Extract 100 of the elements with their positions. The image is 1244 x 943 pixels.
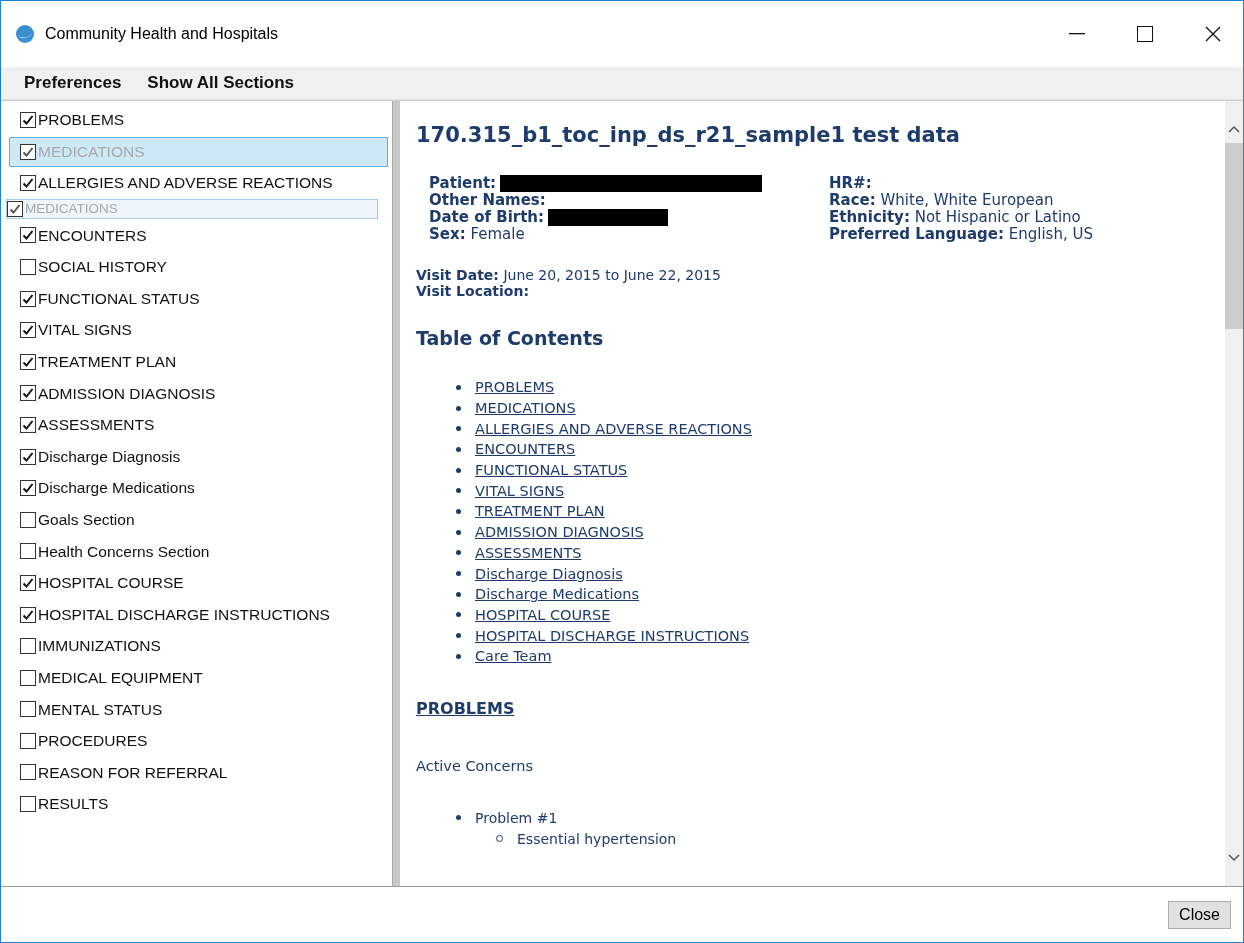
toc-link[interactable]: ASSESSMENTS: [475, 544, 582, 561]
toc-link[interactable]: Discharge Diagnosis: [475, 565, 623, 582]
patient-field: Sex: Female: [429, 226, 525, 243]
section-row[interactable]: VITAL SIGNS: [9, 315, 388, 346]
checkbox[interactable]: [20, 574, 36, 591]
scroll-down-icon[interactable]: [1228, 854, 1240, 862]
checkbox[interactable]: [20, 416, 36, 433]
checkbox[interactable]: [20, 385, 36, 402]
section-row[interactable]: Discharge Diagnosis: [9, 441, 388, 472]
section-row[interactable]: HOSPITAL COURSE: [9, 567, 388, 598]
bullet-icon: [456, 612, 461, 618]
toc-link[interactable]: VITAL SIGNS: [475, 482, 565, 499]
app-globe-icon: [15, 24, 35, 44]
bullet-icon: [456, 571, 461, 577]
menu-item[interactable]: Show All Sections: [138, 69, 304, 97]
section-label: HOSPITAL DISCHARGE INSTRUCTIONS: [38, 606, 330, 623]
checkbox[interactable]: [20, 448, 36, 465]
section-row[interactable]: MENTAL STATUS: [9, 694, 388, 725]
checkbox[interactable]: [20, 290, 36, 307]
document-title: 170.315_b1_toc_inp_ds_r21_sample1 test data: [416, 123, 961, 147]
section-label: PROBLEMS: [38, 112, 125, 128]
section-label: Discharge Medications: [38, 480, 195, 496]
bullet-icon: [456, 653, 461, 659]
toc-link[interactable]: ADMISSION DIAGNOSIS: [475, 524, 644, 541]
toc-link[interactable]: ALLERGIES AND ADVERSE REACTIONS: [475, 420, 752, 437]
section-row[interactable]: Discharge Medications: [9, 473, 388, 504]
bullet-icon: [456, 384, 461, 390]
patient-field: HR#:: [829, 175, 872, 192]
checkbox[interactable]: [20, 322, 36, 339]
section-label: Goals Section: [38, 511, 135, 528]
checkbox[interactable]: [20, 669, 36, 686]
section-label: SOCIAL HISTORY: [38, 259, 167, 275]
toc-link[interactable]: ENCOUNTERS: [475, 441, 576, 458]
section-row[interactable]: PROBLEMS: [9, 105, 388, 135]
toc-link[interactable]: MEDICATIONS: [475, 400, 576, 417]
toc-link[interactable]: HOSPITAL DISCHARGE INSTRUCTIONS: [475, 627, 750, 644]
checkbox[interactable]: [7, 200, 23, 217]
toc-link[interactable]: Care Team: [475, 648, 552, 665]
subheading: Active Concerns: [416, 757, 534, 774]
bullet-icon: [456, 467, 461, 473]
checkbox[interactable]: [20, 764, 36, 781]
checkbox[interactable]: [20, 353, 36, 370]
section-row[interactable]: HOSPITAL DISCHARGE INSTRUCTIONS: [9, 599, 388, 630]
checkbox[interactable]: [20, 732, 36, 749]
checkbox[interactable]: [20, 543, 36, 560]
checkbox[interactable]: [20, 227, 36, 244]
checkbox[interactable]: [20, 480, 36, 497]
section-row[interactable]: IMMUNIZATIONS: [9, 631, 388, 662]
section-row[interactable]: MEDICAL EQUIPMENT: [9, 662, 388, 693]
bullet-icon: [456, 426, 461, 432]
maximize-icon[interactable]: [1137, 26, 1153, 42]
toc-link[interactable]: HOSPITAL COURSE: [475, 606, 611, 623]
toc-link[interactable]: FUNCTIONAL STATUS: [475, 462, 628, 479]
section-row[interactable]: REASON FOR REFERRAL: [9, 757, 388, 788]
section-label: ENCOUNTERS: [38, 227, 147, 244]
close-icon[interactable]: [1205, 26, 1221, 42]
section-row[interactable]: SOCIAL HISTORY: [9, 251, 388, 282]
section-row[interactable]: Health Concerns Section: [9, 536, 388, 567]
patient-field: Preferred Language: English, US: [829, 226, 1093, 243]
close-button[interactable]: Close: [1168, 900, 1231, 929]
problem-label: Problem #1: [475, 809, 558, 826]
checkbox[interactable]: [20, 258, 36, 275]
section-label: FUNCTIONAL STATUS: [38, 290, 200, 307]
section-label: Health Concerns Section: [38, 543, 210, 560]
checkbox[interactable]: [20, 143, 36, 160]
section-label: ADMISSION DIAGNOSIS: [38, 385, 216, 402]
patient-field: Other Names:: [429, 192, 546, 209]
bullet-icon: [456, 529, 461, 535]
scroll-up-icon[interactable]: [1228, 125, 1240, 133]
scrollbar[interactable]: [1225, 101, 1243, 886]
checkbox[interactable]: [20, 606, 36, 623]
toc-link[interactable]: TREATMENT PLAN: [475, 503, 605, 520]
section-row[interactable]: ADMISSION DIAGNOSIS: [9, 378, 388, 409]
section-row[interactable]: TREATMENT PLAN: [9, 346, 388, 377]
section-row[interactable]: ENCOUNTERS: [9, 220, 388, 251]
menu-item[interactable]: Preferences: [15, 69, 131, 97]
section-row[interactable]: Goals Section: [9, 504, 388, 535]
checkbox[interactable]: [20, 701, 36, 718]
checkbox[interactable]: [20, 112, 36, 128]
toc-link[interactable]: PROBLEMS: [475, 379, 555, 396]
section-row[interactable]: FUNCTIONAL STATUS: [9, 283, 388, 314]
bullet-icon: [456, 591, 461, 597]
visit-field: Visit Date: June 20, 2015 to June 22, 2015: [416, 267, 1209, 283]
toc-heading: Table of Contents: [416, 327, 605, 349]
checkbox[interactable]: [20, 638, 36, 655]
toc-link[interactable]: Discharge Medications: [475, 586, 640, 603]
minimize-icon[interactable]: [1069, 33, 1085, 35]
section-label: MEDICATIONS: [25, 202, 118, 216]
section-row[interactable]: RESULTS: [9, 789, 388, 820]
section-label: HOSPITAL COURSE: [38, 575, 184, 591]
checkbox[interactable]: [20, 175, 36, 192]
section-label: TREATMENT PLAN: [38, 354, 177, 370]
checkbox[interactable]: [20, 511, 36, 528]
section-row[interactable]: ASSESSMENTS: [9, 409, 388, 440]
section-row[interactable]: PROCEDURES: [9, 725, 388, 756]
section-row[interactable]: ALLERGIES AND ADVERSE REACTIONS: [9, 168, 388, 199]
window-title: Community Health and Hospitals: [45, 25, 279, 43]
checkbox[interactable]: [20, 796, 36, 813]
scroll-thumb[interactable]: [1225, 143, 1243, 329]
section-heading-link[interactable]: PROBLEMS: [416, 698, 515, 718]
